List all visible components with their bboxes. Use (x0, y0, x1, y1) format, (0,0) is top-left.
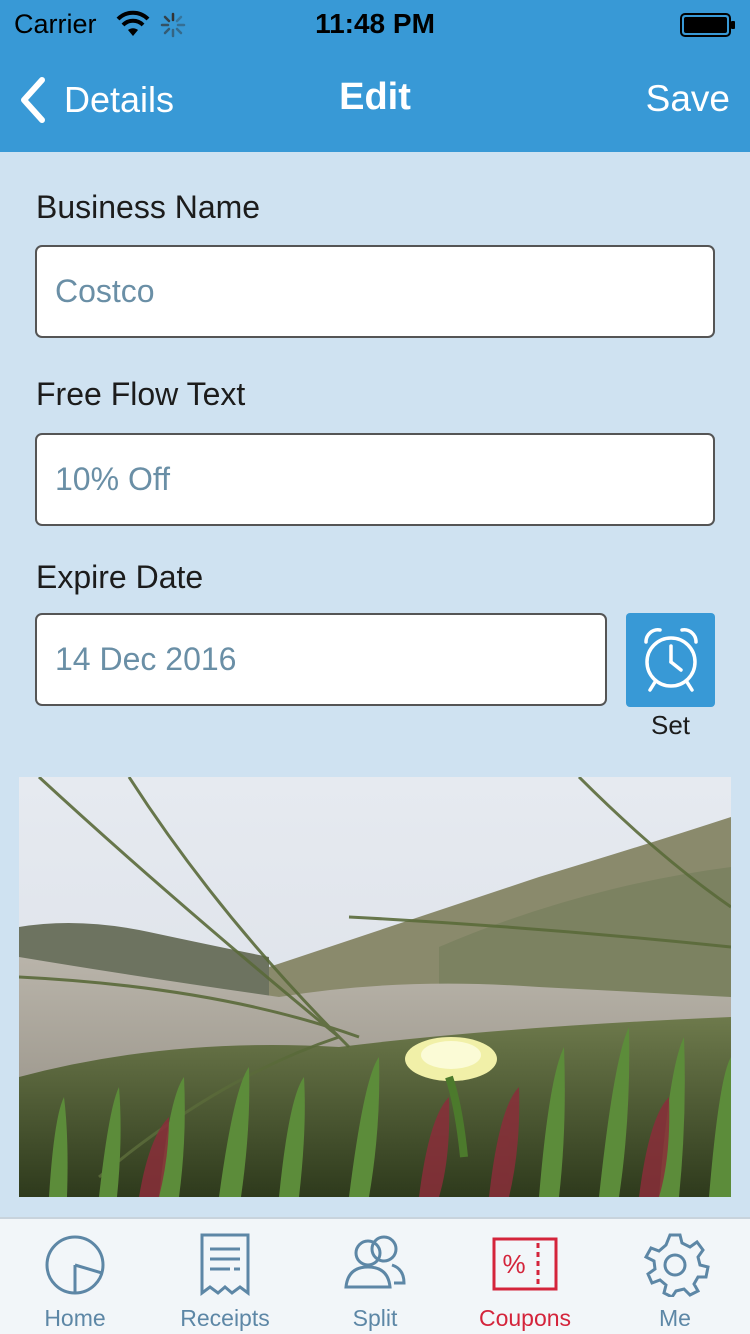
tab-me-label: Me (659, 1305, 691, 1331)
pie-chart-icon (45, 1235, 105, 1295)
tab-me[interactable]: Me (600, 1219, 750, 1334)
tab-receipts[interactable]: Receipts (150, 1219, 300, 1334)
coupon-icon: % (492, 1237, 558, 1291)
top-bar: Carrier 11:48 PM Details Edit Save (0, 0, 750, 152)
alarm-clock-icon (643, 628, 698, 692)
tab-receipts-label: Receipts (180, 1305, 270, 1331)
status-time: 11:48 PM (315, 8, 435, 39)
coupon-photo[interactable] (19, 777, 731, 1197)
tab-coupons[interactable]: % Coupons (450, 1219, 600, 1334)
tab-split-label: Split (352, 1305, 398, 1331)
expire-date-field[interactable]: 14 Dec 2016 (35, 613, 607, 706)
free-flow-text-label: Free Flow Text (36, 376, 246, 412)
coupon-photo-image (19, 777, 731, 1197)
business-name-field[interactable]: Costco (35, 245, 715, 338)
navigation-bar: Details Edit Save (0, 48, 750, 152)
svg-text:%: % (502, 1249, 525, 1279)
free-flow-text-field[interactable]: 10% Off (35, 433, 715, 526)
set-alarm-button[interactable] (626, 613, 715, 707)
tab-home[interactable]: Home (0, 1219, 150, 1334)
page-title: Edit (339, 76, 411, 118)
battery-icon (680, 13, 735, 37)
status-bar: Carrier 11:48 PM (0, 0, 750, 48)
expire-date-label: Expire Date (36, 559, 204, 595)
tab-home-label: Home (44, 1305, 106, 1331)
save-button[interactable]: Save (646, 78, 730, 120)
set-label: Set (650, 710, 691, 740)
users-icon (344, 1235, 406, 1289)
tab-coupons-label: Coupons (478, 1305, 572, 1331)
business-name-label: Business Name (36, 189, 261, 225)
receipt-icon (200, 1233, 250, 1296)
tab-bar: Home Receipts Split % Coupons Me (0, 1217, 750, 1334)
tab-split[interactable]: Split (300, 1219, 450, 1334)
gear-icon (643, 1233, 710, 1297)
